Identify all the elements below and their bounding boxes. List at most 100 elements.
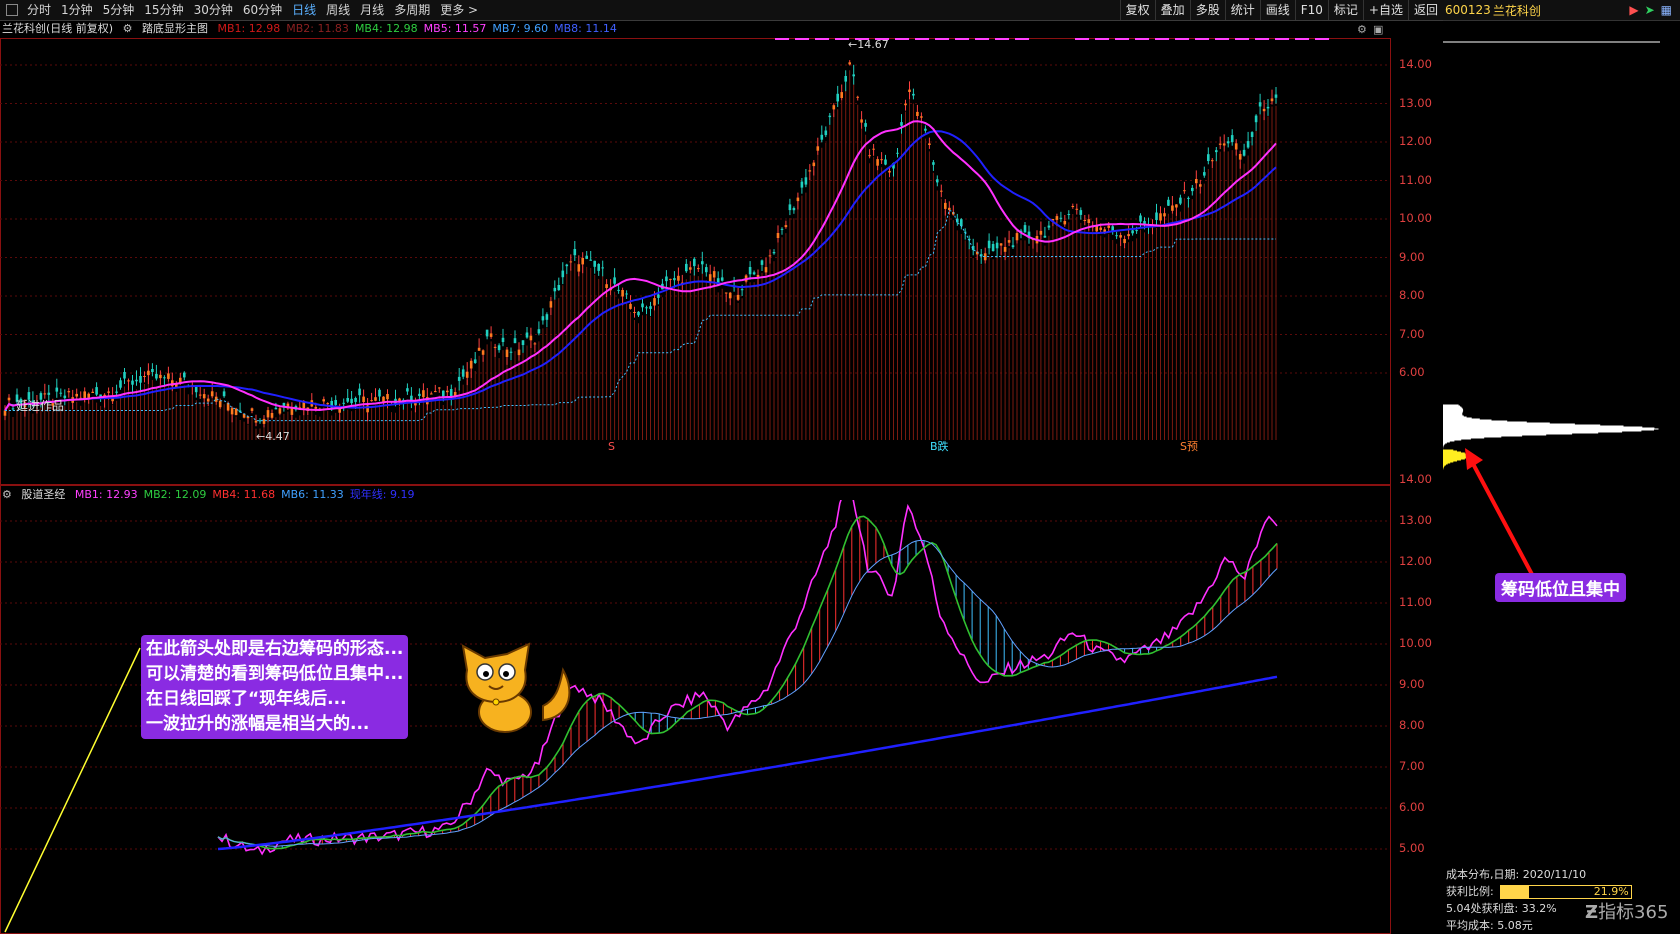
candle-body [453, 392, 457, 396]
red-flag-icon[interactable]: ▶ [1629, 3, 1638, 17]
candle-body [848, 62, 851, 65]
candle-body [461, 369, 465, 377]
candle-body [896, 152, 899, 154]
add-watchlist-button[interactable]: +自选 [1362, 0, 1408, 20]
candle-body [123, 372, 126, 379]
candle-body [350, 398, 353, 404]
candle-body [740, 289, 744, 291]
candle-body [864, 123, 867, 127]
candle-body [1270, 98, 1274, 102]
candle-body [509, 351, 513, 353]
period-tab-60min[interactable]: 60分钟 [238, 0, 287, 20]
main-indicator-line: 兰花科创(日线 前复权) ⚙ 踏底显形主图 MB1: 12.98 MB2: 11.… [2, 21, 629, 37]
sub-tick-label: 8.00 [1399, 718, 1425, 732]
candle-body [908, 89, 911, 92]
candle-body [143, 376, 146, 377]
candle-body [760, 260, 764, 265]
period-tab-30min[interactable]: 30分钟 [189, 0, 238, 20]
candle-body [489, 333, 493, 337]
candle-body [868, 155, 871, 157]
period-tab-multi[interactable]: 多周期 [389, 0, 435, 20]
candle-body [59, 392, 63, 394]
settings-icon[interactable]: ⚙ [1357, 23, 1367, 36]
candle-body [621, 290, 624, 297]
period-tab-1min[interactable]: 1分钟 [56, 0, 98, 20]
price-chart[interactable]: ←14.67←4.47延进作品S B跌 S预 [0, 38, 1390, 484]
candle-body [1107, 225, 1110, 228]
period-toolbar: 分时 1分钟 5分钟 15分钟 30分钟 60分钟 日线 周线 月线 多周期 更… [0, 0, 1443, 21]
signal-dot [1215, 38, 1229, 40]
period-tab-monthly[interactable]: 月线 [355, 0, 389, 20]
back-button[interactable]: 返回 [1407, 0, 1443, 20]
author-watermark: 延进作品 [16, 399, 64, 413]
candle-body [517, 349, 521, 356]
candle-body [3, 410, 7, 416]
candle-body [457, 376, 461, 381]
candle-body [565, 264, 569, 267]
candle-body [1246, 141, 1250, 148]
candle-body [222, 391, 226, 397]
candle-body [1131, 230, 1134, 234]
candle-body [469, 360, 473, 369]
candle-body [497, 345, 501, 351]
period-tab-5min[interactable]: 5分钟 [98, 0, 140, 20]
candle-body [1155, 212, 1158, 220]
sub-tick-label: 6.00 [1399, 800, 1425, 814]
candle-body [418, 393, 421, 396]
signal-dot [1235, 38, 1249, 40]
candle-body [641, 303, 644, 308]
candle-body [1242, 149, 1246, 156]
candle-body [250, 408, 254, 411]
candle-body [840, 92, 843, 98]
main-ma-0: MB1: 12.98 [217, 22, 281, 35]
green-arrow-icon[interactable]: ➤ [1645, 3, 1655, 17]
main-tick-label: 6.00 [1399, 365, 1425, 379]
candle-body [1059, 217, 1063, 219]
indicator-gear-icon[interactable]: ⚙ [123, 22, 133, 35]
period-tab-more[interactable]: 更多 > [435, 0, 483, 20]
draw-line-button[interactable]: 画线 [1259, 0, 1295, 20]
candle-body [1211, 160, 1214, 162]
candle-body [617, 289, 620, 291]
overlay-button[interactable]: 叠加 [1154, 0, 1190, 20]
signal-dot [975, 38, 989, 40]
candle-body [748, 267, 752, 275]
candle-body [541, 316, 545, 321]
candle-body [900, 122, 903, 126]
candle-body [796, 197, 800, 202]
signal-dot [835, 38, 849, 40]
mark-button[interactable]: 标记 [1327, 0, 1363, 20]
candle-body [800, 181, 804, 188]
candle-body [625, 293, 628, 295]
candle-body [322, 399, 325, 402]
period-tab-weekly[interactable]: 周线 [321, 0, 355, 20]
multi-stock-button[interactable]: 多股 [1189, 0, 1225, 20]
period-tab-15min[interactable]: 15分钟 [139, 0, 188, 20]
chip-icon[interactable]: ▦ [1661, 3, 1672, 17]
maximize-icon[interactable]: ▣ [1373, 23, 1383, 36]
candle-body [525, 332, 529, 338]
candle-body [274, 407, 278, 410]
f10-button[interactable]: F10 [1294, 0, 1328, 20]
main-tick-label: 13.00 [1399, 95, 1432, 110]
candle-body [1003, 247, 1007, 252]
candle-body [430, 393, 433, 395]
candle-body [210, 391, 214, 397]
candle-body [1262, 108, 1266, 112]
candle-body [792, 208, 796, 211]
period-tab-intraday[interactable]: 分时 [22, 0, 56, 20]
candle-body [1159, 213, 1162, 221]
stats-button[interactable]: 统计 [1224, 0, 1260, 20]
period-tab-daily[interactable]: 日线 [287, 0, 321, 20]
candle-body [673, 278, 676, 281]
candle-body [1258, 102, 1262, 107]
candle-body [1274, 94, 1278, 98]
candle-body [1199, 184, 1202, 187]
candle-body [657, 294, 660, 298]
window-icon[interactable] [6, 4, 18, 16]
adjust-button[interactable]: 复权 [1119, 0, 1155, 20]
candle-body [645, 307, 648, 309]
candle-body [1238, 154, 1242, 160]
main-indicator-name[interactable]: 踏底显形主图 [142, 22, 208, 35]
main-ma-blue-line [4, 130, 1277, 412]
